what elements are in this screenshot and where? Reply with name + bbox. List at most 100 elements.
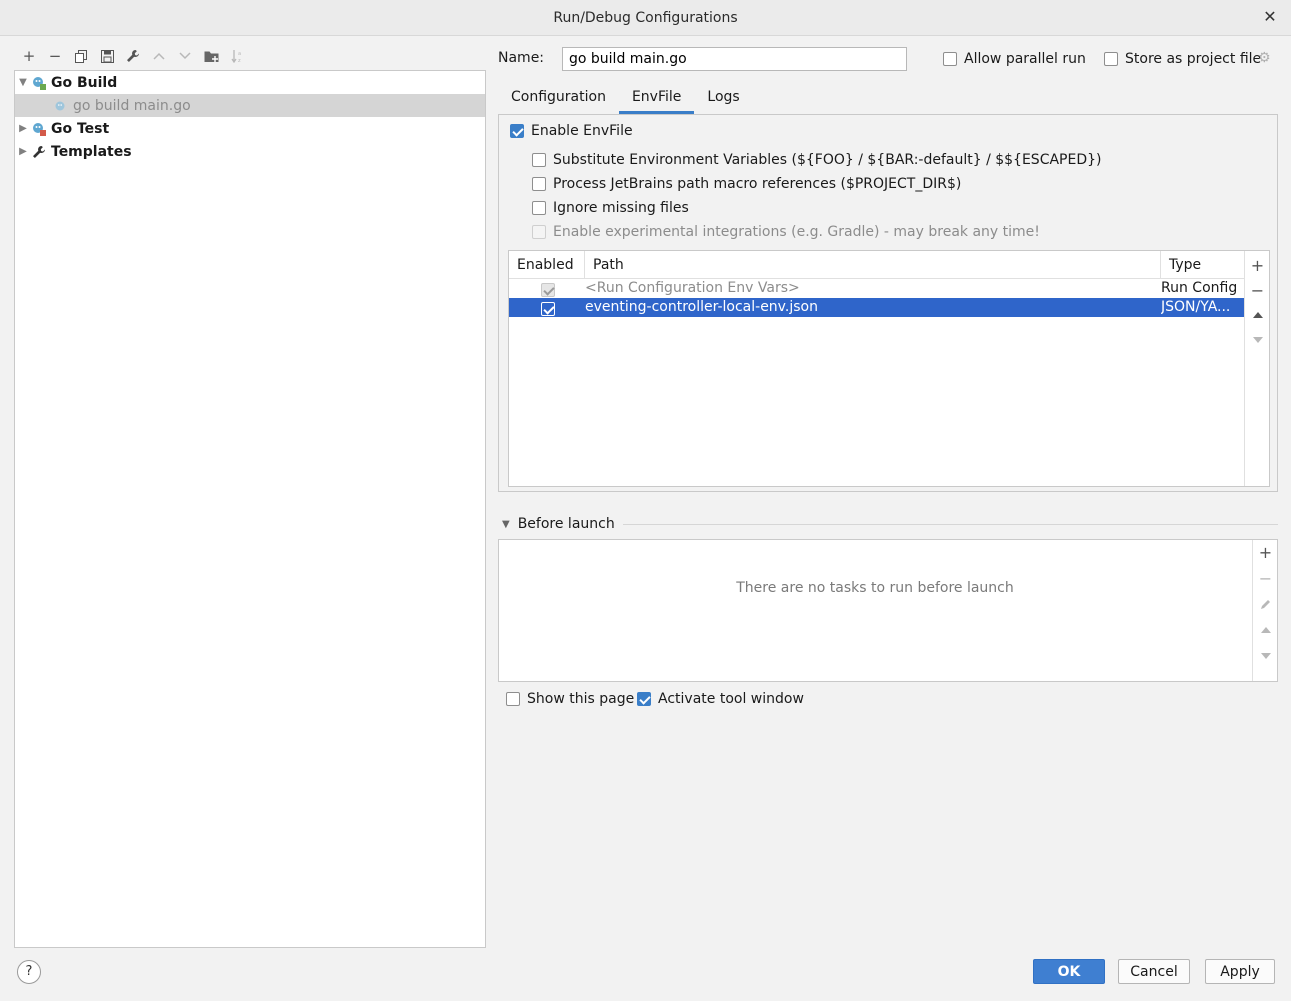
svg-text:z: z: [238, 58, 241, 63]
move-down-icon[interactable]: [172, 44, 198, 68]
cancel-button[interactable]: Cancel: [1118, 959, 1190, 984]
window-title: Run/Debug Configurations: [553, 9, 738, 26]
checkbox-box[interactable]: [1104, 52, 1118, 66]
column-enabled[interactable]: Enabled: [509, 251, 574, 279]
add-icon[interactable]: +: [16, 44, 42, 68]
tree-item-label: Go Test: [51, 120, 110, 137]
table-row[interactable]: eventing-controller-local-env.json JSON/…: [509, 298, 1244, 317]
column-path[interactable]: Path: [585, 251, 624, 279]
table-row[interactable]: <Run Configuration Env Vars> Run Config: [509, 279, 1244, 298]
move-down-icon[interactable]: [1253, 644, 1278, 668]
copy-icon[interactable]: [68, 44, 94, 68]
remove-icon[interactable]: −: [1253, 566, 1278, 590]
path-macro-label: Process JetBrains path macro references …: [553, 176, 962, 192]
remove-icon[interactable]: −: [42, 44, 68, 68]
before-launch-header[interactable]: ▼ Before launch: [498, 514, 1278, 534]
name-input[interactable]: [562, 47, 907, 71]
store-project-label: Store as project file: [1125, 51, 1262, 67]
row-type: Run Config: [1161, 280, 1238, 296]
apply-button[interactable]: Apply: [1205, 959, 1275, 984]
envfile-panel: Enable EnvFile Substitute Environment Va…: [498, 114, 1278, 492]
row-path: <Run Configuration Env Vars>: [585, 280, 800, 296]
ignore-missing-label: Ignore missing files: [553, 200, 689, 216]
add-icon[interactable]: +: [1253, 540, 1278, 564]
collapsed-chevron-icon[interactable]: ▶: [15, 146, 31, 157]
enable-envfile-checkbox[interactable]: Enable EnvFile: [510, 123, 633, 139]
wrench-icon: [31, 144, 47, 160]
title-bar: Run/Debug Configurations ✕: [0, 0, 1291, 36]
before-launch-empty-text: There are no tasks to run before launch: [736, 580, 1014, 596]
collapsed-chevron-icon[interactable]: ▶: [15, 123, 31, 134]
tree-item-go-test[interactable]: ▶ Go Test: [15, 117, 485, 140]
experimental-label: Enable experimental integrations (e.g. G…: [553, 224, 1040, 240]
gear-icon[interactable]: ⚙: [1258, 51, 1272, 65]
go-test-icon: [31, 121, 47, 137]
enable-envfile-label: Enable EnvFile: [531, 123, 633, 139]
wrench-icon[interactable]: [120, 44, 146, 68]
table-header: Enabled Path Type: [509, 251, 1244, 279]
before-launch-toolbar: + −: [1252, 540, 1277, 681]
tree-item-label: go build main.go: [73, 97, 191, 114]
move-down-icon[interactable]: [1245, 328, 1270, 352]
sort-icon[interactable]: az: [224, 44, 250, 68]
ok-button[interactable]: OK: [1033, 959, 1105, 984]
name-label: Name:: [498, 50, 545, 66]
envfile-table: Enabled Path Type <Run Configuration Env…: [508, 250, 1270, 487]
config-tree: ▼ Go Build go build main.go ▶ Go Test ▶ …: [14, 70, 486, 948]
before-launch-title: Before launch: [517, 516, 615, 532]
tab-configuration[interactable]: Configuration: [498, 84, 619, 114]
checkbox-box[interactable]: [532, 177, 546, 191]
tree-item-templates[interactable]: ▶ Templates: [15, 140, 485, 163]
activate-tool-label: Activate tool window: [658, 691, 804, 707]
move-up-icon[interactable]: [146, 44, 172, 68]
tree-item-go-build[interactable]: ▼ Go Build: [15, 71, 485, 94]
experimental-checkbox[interactable]: Enable experimental integrations (e.g. G…: [532, 224, 1040, 240]
show-page-checkbox[interactable]: Show this page: [506, 691, 634, 707]
expanded-chevron-icon[interactable]: ▼: [15, 77, 31, 88]
show-page-label: Show this page: [527, 691, 635, 707]
checkbox-box[interactable]: [943, 52, 957, 66]
svg-text:a: a: [238, 51, 241, 57]
config-tabs: Configuration EnvFile Logs: [498, 84, 753, 114]
tab-envfile[interactable]: EnvFile: [618, 84, 695, 114]
tree-item-label: Go Build: [51, 74, 118, 91]
folder-icon[interactable]: [198, 44, 224, 68]
substitute-vars-label: Substitute Environment Variables (${FOO}…: [553, 152, 1102, 168]
activate-tool-checkbox[interactable]: Activate tool window: [637, 691, 804, 707]
ignore-missing-checkbox[interactable]: Ignore missing files: [532, 200, 689, 216]
checkbox-box[interactable]: [532, 225, 546, 239]
path-macro-checkbox[interactable]: Process JetBrains path macro references …: [532, 176, 961, 192]
go-build-icon: [31, 75, 47, 91]
column-type[interactable]: Type: [1161, 251, 1201, 279]
row-enabled-checkbox[interactable]: [541, 283, 555, 297]
allow-parallel-label: Allow parallel run: [964, 51, 1086, 67]
allow-parallel-checkbox[interactable]: Allow parallel run: [943, 51, 1086, 67]
remove-icon[interactable]: −: [1245, 278, 1270, 302]
move-up-icon[interactable]: [1245, 303, 1270, 327]
substitute-vars-checkbox[interactable]: Substitute Environment Variables (${FOO}…: [532, 152, 1102, 168]
save-icon[interactable]: [94, 44, 120, 68]
before-launch-panel: There are no tasks to run before launch …: [498, 539, 1278, 682]
checkbox-box[interactable]: [506, 692, 520, 706]
config-toolbar: + − az: [16, 44, 250, 68]
table-side-toolbar: + −: [1244, 251, 1269, 486]
row-enabled-checkbox[interactable]: [541, 302, 555, 316]
checkbox-box[interactable]: [532, 153, 546, 167]
add-icon[interactable]: +: [1245, 253, 1270, 277]
tree-item-label: Templates: [51, 143, 132, 160]
divider: [622, 523, 1278, 525]
row-type: JSON/YA...: [1161, 299, 1231, 315]
edit-icon[interactable]: [1253, 592, 1278, 616]
tree-item-go-build-main[interactable]: go build main.go: [15, 94, 485, 117]
help-button[interactable]: ?: [17, 960, 41, 984]
close-icon[interactable]: ✕: [1261, 8, 1279, 26]
expanded-chevron-icon[interactable]: ▼: [502, 519, 510, 530]
row-path: eventing-controller-local-env.json: [585, 299, 818, 315]
tab-logs[interactable]: Logs: [694, 84, 752, 114]
go-file-icon: [53, 98, 69, 114]
store-project-checkbox[interactable]: Store as project file: [1104, 51, 1261, 67]
checkbox-box[interactable]: [510, 124, 524, 138]
checkbox-box[interactable]: [637, 692, 651, 706]
checkbox-box[interactable]: [532, 201, 546, 215]
move-up-icon[interactable]: [1253, 618, 1278, 642]
